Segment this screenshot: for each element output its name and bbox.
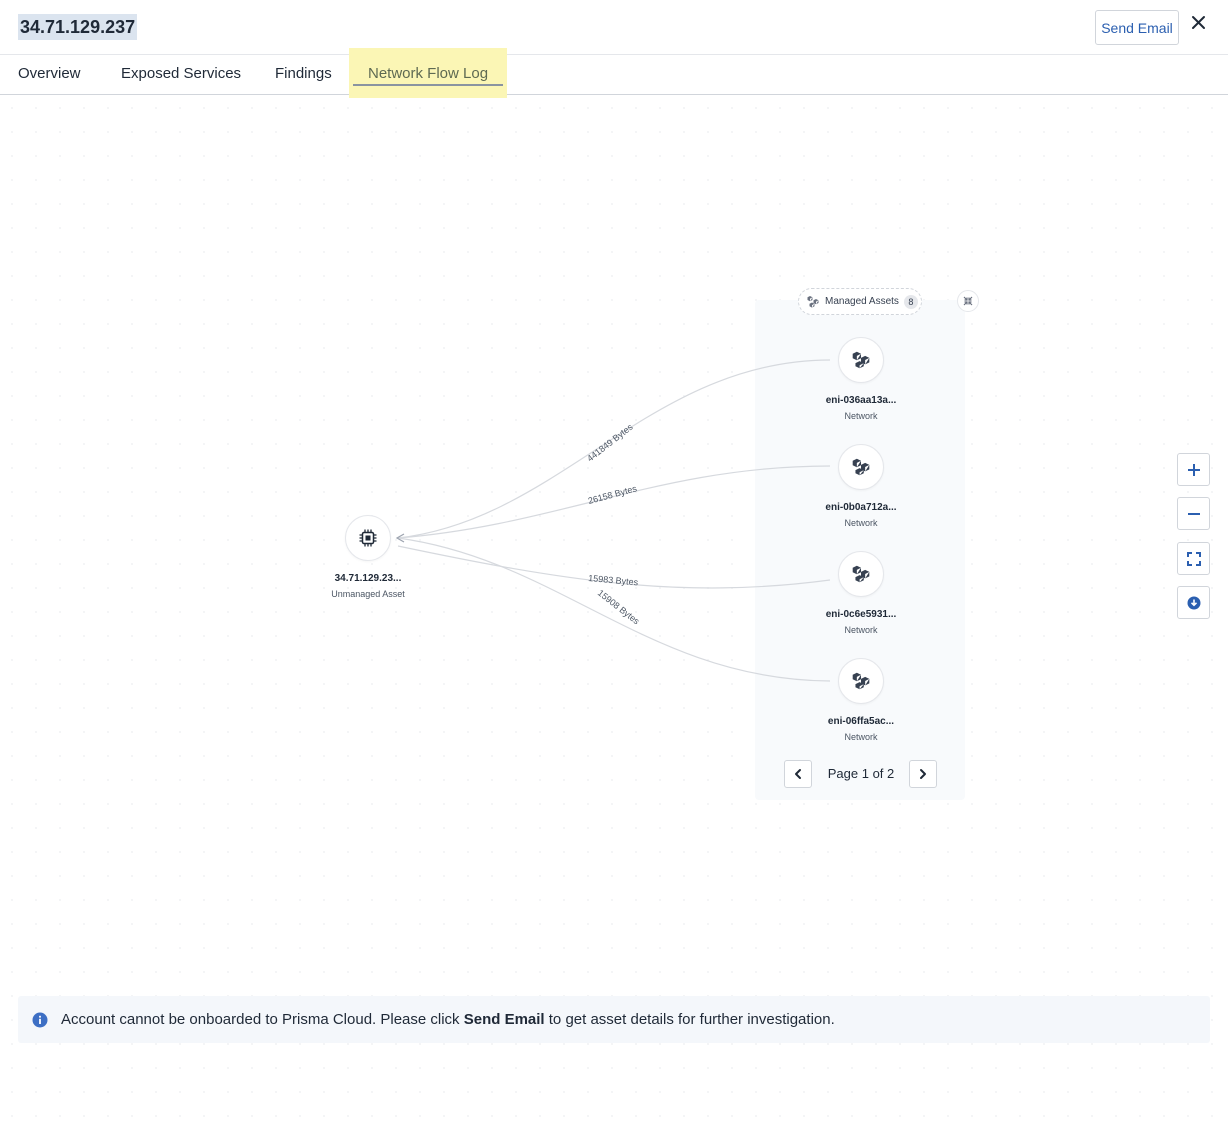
minus-icon [1187, 512, 1200, 515]
network-cubes-icon [852, 672, 870, 690]
edge-label-1: 441849 Bytes [585, 422, 635, 464]
prev-page-button[interactable] [784, 760, 812, 788]
target-node-type: Network [844, 411, 878, 421]
managed-assets-header[interactable]: Managed Assets 8 [798, 288, 922, 315]
collapse-group-button[interactable] [957, 290, 979, 312]
fit-view-button[interactable] [1177, 542, 1210, 575]
target-node-circle [838, 444, 884, 490]
chevron-right-icon [920, 769, 926, 779]
plus-icon [1187, 463, 1200, 476]
target-node-type: Network [844, 518, 878, 528]
source-node-name: 34.71.129.23... [334, 573, 402, 584]
collapse-icon [963, 296, 973, 306]
target-node-circle [838, 551, 884, 597]
cubes-icon [807, 296, 819, 308]
info-banner-text: Account cannot be onboarded to Prisma Cl… [61, 1011, 835, 1028]
info-icon [32, 1012, 48, 1027]
edge-2 [397, 465, 831, 539]
download-icon [1187, 596, 1200, 609]
target-node-4[interactable]: eni-06ffa5ac... Network [801, 658, 921, 742]
chevron-left-icon [795, 769, 801, 779]
chip-icon [359, 529, 377, 547]
managed-assets-label: Managed Assets [825, 296, 899, 307]
network-cubes-icon [852, 565, 870, 583]
target-node-name: eni-0c6e5931... [825, 609, 897, 620]
source-node[interactable]: 34.71.129.23... Unmanaged Asset [308, 515, 428, 599]
target-node-type: Network [844, 625, 878, 635]
edge-label-2: 26158 Bytes [587, 483, 638, 506]
zoom-in-button[interactable] [1177, 453, 1210, 486]
flow-edges: 441849 Bytes 26158 Bytes 15983 Bytes 159… [395, 359, 831, 682]
zoom-out-button[interactable] [1177, 497, 1210, 530]
target-node-3[interactable]: eni-0c6e5931... Network [801, 551, 921, 635]
banner-text-after: to get asset details for further investi… [544, 1011, 835, 1028]
source-node-type: Unmanaged Asset [331, 589, 405, 599]
managed-assets-count: 8 [903, 294, 918, 309]
download-button[interactable] [1177, 586, 1210, 619]
network-cubes-icon [852, 351, 870, 369]
next-page-button[interactable] [909, 760, 937, 788]
target-node-name: eni-0b0a712a... [825, 502, 897, 513]
banner-text-before: Account cannot be onboarded to Prisma Cl… [61, 1011, 464, 1028]
fullscreen-icon [1186, 551, 1201, 566]
target-node-1[interactable]: eni-036aa13a... Network [801, 337, 921, 421]
source-node-circle [345, 515, 391, 561]
target-node-circle [838, 658, 884, 704]
info-banner: Account cannot be onboarded to Prisma Cl… [18, 996, 1210, 1043]
target-node-2[interactable]: eni-0b0a712a... Network [801, 444, 921, 528]
edge-label-3: 15983 Bytes [588, 573, 639, 587]
target-node-name: eni-036aa13a... [825, 395, 897, 406]
network-cubes-icon [852, 458, 870, 476]
page-indicator: Page 1 of 2 [827, 766, 895, 781]
target-node-type: Network [844, 732, 878, 742]
edge-label-4: 15908 Bytes [596, 588, 642, 627]
edge-1 [397, 359, 831, 539]
target-node-name: eni-06ffa5ac... [827, 716, 895, 727]
banner-send-email-link: Send Email [463, 1011, 545, 1028]
target-node-circle [838, 337, 884, 383]
group-pager: Page 1 of 2 [784, 760, 938, 789]
